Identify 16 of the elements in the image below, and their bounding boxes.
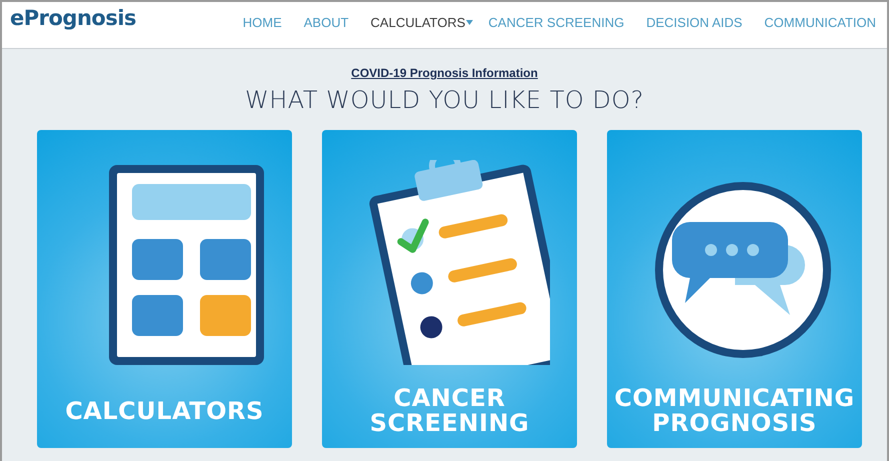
card-label: CANCER SCREENING: [370, 386, 530, 436]
card-label: COMMUNICATING PROGNOSIS: [614, 386, 855, 436]
nav-link[interactable]: DECISION AIDS: [635, 15, 754, 30]
nav-link[interactable]: ABOUT: [292, 15, 360, 30]
nav-link[interactable]: HOME: [232, 15, 293, 30]
site-logo[interactable]: ePrognosis: [10, 6, 136, 30]
category-card[interactable]: CALCULATORS: [37, 130, 292, 448]
nav-link[interactable]: COMMUNICATION: [753, 15, 887, 30]
category-card[interactable]: CANCER SCREENING: [322, 130, 577, 448]
nav-link[interactable]: CANCER SCREENING: [477, 15, 636, 30]
nav-link[interactable]: CALCULATORS: [360, 15, 478, 30]
category-card[interactable]: COMMUNICATING PROGNOSIS: [607, 130, 862, 448]
page-heading: WHAT WOULD YOU LIKE TO DO?: [245, 86, 644, 114]
covid-info-link[interactable]: COVID-19 Prognosis Information: [351, 66, 538, 80]
card-label: CALCULATORS: [65, 399, 264, 424]
caret-icon: [466, 20, 474, 25]
